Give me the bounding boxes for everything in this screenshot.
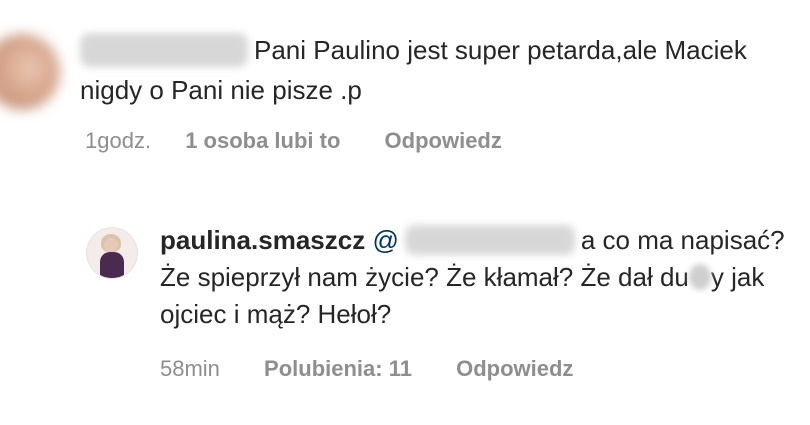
avatar-dress	[100, 252, 124, 278]
avatar-face	[104, 238, 118, 252]
comment-meta: 1godz. 1 osoba lubi to Odpowiedz	[85, 128, 502, 154]
reply-likes-link[interactable]: Polubienia: 11	[264, 356, 412, 382]
reply-timestamp: 58min	[160, 356, 220, 381]
comment-likes-link[interactable]: 1 osoba lubi to	[185, 128, 340, 154]
censor-smudge	[688, 264, 711, 291]
mention-at: @	[372, 225, 399, 255]
reply-username[interactable]: paulina.smaszcz	[160, 225, 365, 255]
commenter-avatar[interactable]	[0, 34, 60, 110]
reply-meta: 58min Polubienia: 11 Odpowiedz	[160, 356, 573, 382]
blurred-mention-username	[404, 225, 575, 256]
comment-reply-button[interactable]: Odpowiedz	[385, 128, 502, 154]
comment-body: Pani Paulino jest super petarda,ale Maci…	[80, 30, 800, 110]
reply-body: paulina.smaszcz @ a co ma napisać? Że spi…	[160, 222, 810, 333]
blurred-username[interactable]	[80, 33, 248, 68]
reply-avatar[interactable]	[86, 227, 138, 279]
comment-thread: Pani Paulino jest super petarda,ale Maci…	[0, 0, 810, 425]
reply-reply-button[interactable]: Odpowiedz	[456, 356, 573, 382]
reply-mention[interactable]: @	[372, 225, 580, 256]
comment-timestamp: 1godz.	[85, 128, 152, 153]
